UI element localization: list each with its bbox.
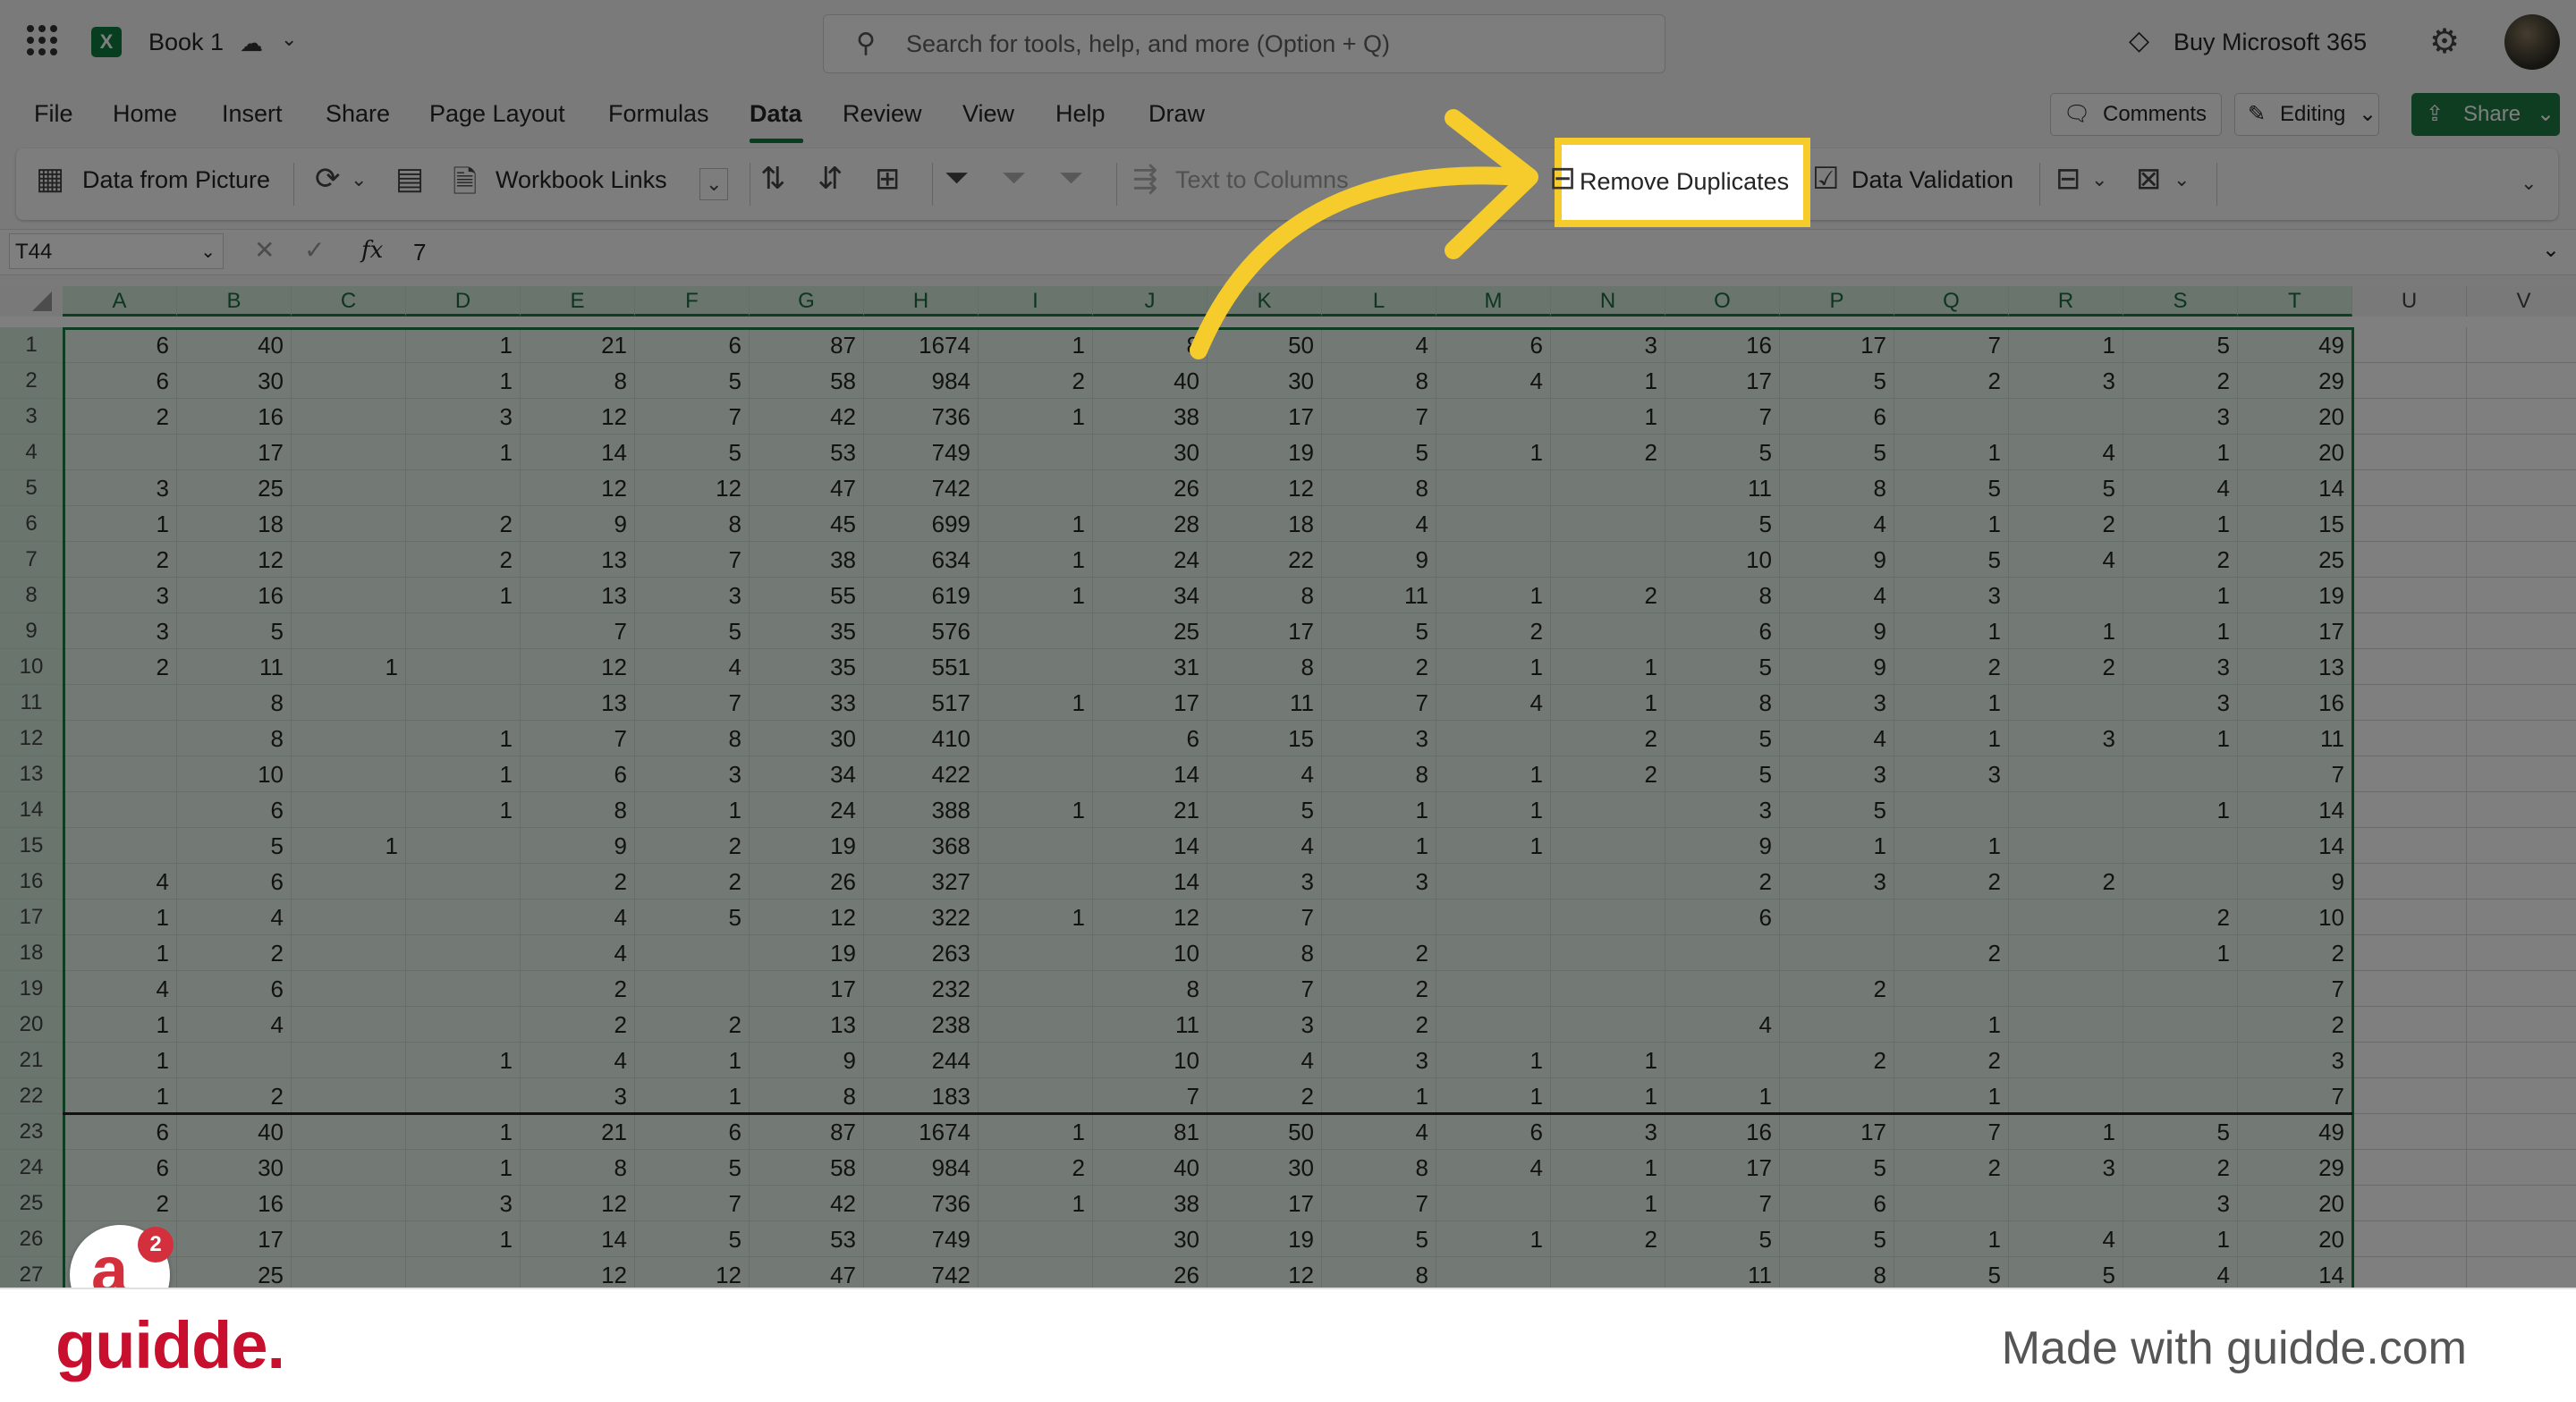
pointer-arrow bbox=[1190, 109, 1538, 359]
guidde-badge-letter: a bbox=[91, 1233, 129, 1288]
excel-app: X Book 1 ☁ ⌄ ⚲ Search for tools, help, a… bbox=[0, 0, 2576, 1288]
made-with-text: Made with guidde.com bbox=[2001, 1322, 2467, 1374]
guidde-badge-count: 2 bbox=[138, 1227, 174, 1263]
guidde-logo: guidde. bbox=[55, 1308, 285, 1382]
guidde-footer: guidde. Made with guidde.com bbox=[0, 1288, 2576, 1402]
